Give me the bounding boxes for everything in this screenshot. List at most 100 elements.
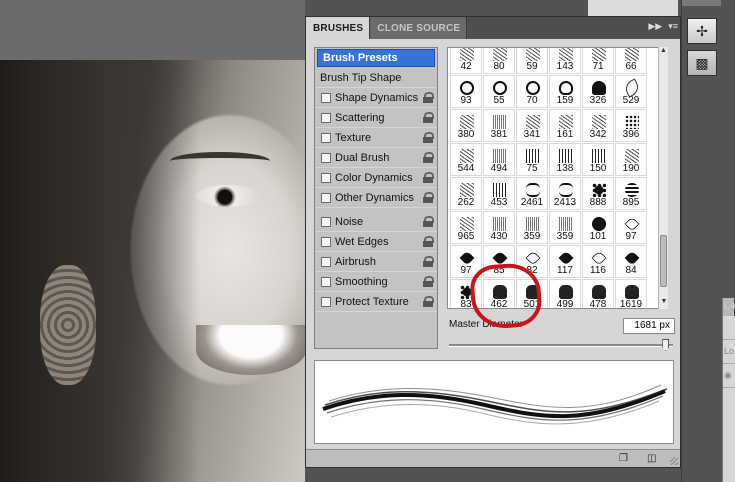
brush-preset[interactable]: 75	[516, 143, 548, 176]
scroll-up-icon[interactable]: ▲	[659, 47, 668, 58]
brush-preset[interactable]: 70	[516, 75, 548, 108]
layers-tab[interactable]: LA	[723, 298, 735, 316]
checkbox[interactable]	[321, 152, 331, 163]
lock-icon[interactable]	[423, 256, 434, 267]
brush-preset[interactable]: 84	[615, 245, 647, 278]
lock-icon[interactable]	[423, 192, 434, 203]
option-smoothing[interactable]: Smoothing	[315, 272, 437, 292]
lock-icon[interactable]	[423, 152, 434, 163]
brush-preset[interactable]: 359	[549, 211, 581, 244]
trash-icon[interactable]: ◫	[647, 453, 659, 464]
clone-source-dock-button[interactable]: ▩	[687, 50, 717, 76]
lock-icon[interactable]	[423, 92, 434, 103]
brush-preset[interactable]: 97	[615, 211, 647, 244]
brush-preset[interactable]: 138	[549, 143, 581, 176]
brush-preset[interactable]: 71	[582, 48, 614, 74]
slider-thumb[interactable]	[662, 339, 670, 351]
lock-icon[interactable]	[423, 112, 434, 123]
brush-preset[interactable]: 342	[582, 109, 614, 142]
brush-preset[interactable]: 381	[483, 109, 515, 142]
checkbox[interactable]	[321, 276, 331, 287]
brush-preset[interactable]: 430	[483, 211, 515, 244]
brush-preset[interactable]: 2413	[549, 177, 581, 210]
brush-preset[interactable]: 66	[615, 48, 647, 74]
presets-scrollbar[interactable]: ▲ ▼	[658, 47, 668, 309]
lock-icon[interactable]	[423, 216, 434, 227]
brush-preset[interactable]: 499	[549, 279, 581, 308]
brush-preset[interactable]: 116	[582, 245, 614, 278]
brush-preset[interactable]: 117	[549, 245, 581, 278]
option-protect-texture[interactable]: Protect Texture	[315, 292, 437, 312]
brush-preset[interactable]: 93	[450, 75, 482, 108]
brush-preset[interactable]: 359	[516, 211, 548, 244]
brush-preset[interactable]: 453	[483, 177, 515, 210]
lock-icon[interactable]	[423, 236, 434, 247]
panel-menu-icon[interactable]: ▾≡	[668, 21, 678, 32]
brush-preset[interactable]: 544	[450, 143, 482, 176]
brush-preset[interactable]: 478	[582, 279, 614, 308]
option-wet-edges[interactable]: Wet Edges	[315, 232, 437, 252]
brush-size-label: 116	[590, 265, 606, 276]
scroll-thumb[interactable]	[660, 235, 667, 287]
lock-icon[interactable]	[423, 132, 434, 143]
tab-brushes[interactable]: BRUSHES	[306, 17, 371, 39]
brush-preset[interactable]: 55	[483, 75, 515, 108]
brush-preset[interactable]: 380	[450, 109, 482, 142]
brush-preset[interactable]: 42	[450, 48, 482, 74]
brushes-dock-button[interactable]: ✢	[687, 18, 717, 44]
brush-preset[interactable]: 529	[615, 75, 647, 108]
dock-grip[interactable]	[682, 0, 721, 6]
lock-icon[interactable]	[423, 276, 434, 287]
document-canvas[interactable]	[0, 0, 306, 482]
lock-icon[interactable]	[423, 296, 434, 307]
brush-preset[interactable]: 143	[549, 48, 581, 74]
brush-preset[interactable]: 326	[582, 75, 614, 108]
layers-eye-row[interactable]: ◉	[723, 364, 735, 388]
checkbox[interactable]	[321, 192, 331, 203]
brush-preset[interactable]: 161	[549, 109, 581, 142]
brush-preset[interactable]: 59	[516, 48, 548, 74]
brush-preset[interactable]: 396	[615, 109, 647, 142]
layers-panel-edge[interactable]: LA Lo ◉	[722, 298, 735, 482]
brush-preset[interactable]: 965	[450, 211, 482, 244]
option-scattering[interactable]: Scattering	[315, 108, 437, 128]
brush-preset[interactable]: 494	[483, 143, 515, 176]
checkbox[interactable]	[321, 172, 331, 183]
checkbox[interactable]	[321, 296, 331, 307]
option-dual-brush[interactable]: Dual Brush	[315, 148, 437, 168]
checkbox[interactable]	[321, 132, 331, 143]
checkbox[interactable]	[321, 216, 331, 227]
option-texture[interactable]: Texture	[315, 128, 437, 148]
checkbox[interactable]	[321, 92, 331, 103]
brush-tip-shape-item[interactable]: Brush Tip Shape	[315, 68, 437, 88]
brush-preset[interactable]: 1619	[615, 279, 647, 308]
checkbox[interactable]	[321, 256, 331, 267]
brush-preset[interactable]: 101	[582, 211, 614, 244]
brush-preset[interactable]: 262	[450, 177, 482, 210]
option-noise[interactable]: Noise	[315, 212, 437, 232]
master-diameter-field[interactable]: 1681 px	[623, 318, 675, 334]
checkbox[interactable]	[321, 236, 331, 247]
brush-preset[interactable]: 895	[615, 177, 647, 210]
scroll-down-icon[interactable]: ▼	[659, 298, 669, 309]
option-other-dynamics[interactable]: Other Dynamics	[315, 188, 437, 208]
brush-preset[interactable]: 159	[549, 75, 581, 108]
brush-preset[interactable]: 80	[483, 48, 515, 74]
tab-clone-source[interactable]: CLONE SOURCE	[370, 17, 468, 39]
collapse-icon[interactable]: ▶▶	[648, 21, 662, 32]
master-diameter-slider[interactable]	[449, 339, 673, 351]
brush-preset[interactable]: 888	[582, 177, 614, 210]
brush-preset[interactable]: 190	[615, 143, 647, 176]
new-preset-icon[interactable]: ❐	[619, 453, 631, 464]
option-shape-dynamics[interactable]: Shape Dynamics	[315, 88, 437, 108]
checkbox[interactable]	[321, 112, 331, 123]
brush-presets-item[interactable]: Brush Presets	[317, 49, 435, 67]
lock-icon[interactable]	[423, 172, 434, 183]
brush-preset[interactable]: 150	[582, 143, 614, 176]
option-airbrush[interactable]: Airbrush	[315, 252, 437, 272]
brush-preset[interactable]: 341	[516, 109, 548, 142]
resize-grip[interactable]	[670, 457, 678, 465]
option-color-dynamics[interactable]: Color Dynamics	[315, 168, 437, 188]
brush-preset[interactable]: 2461	[516, 177, 548, 210]
eye-icon[interactable]: ◉	[724, 370, 732, 380]
